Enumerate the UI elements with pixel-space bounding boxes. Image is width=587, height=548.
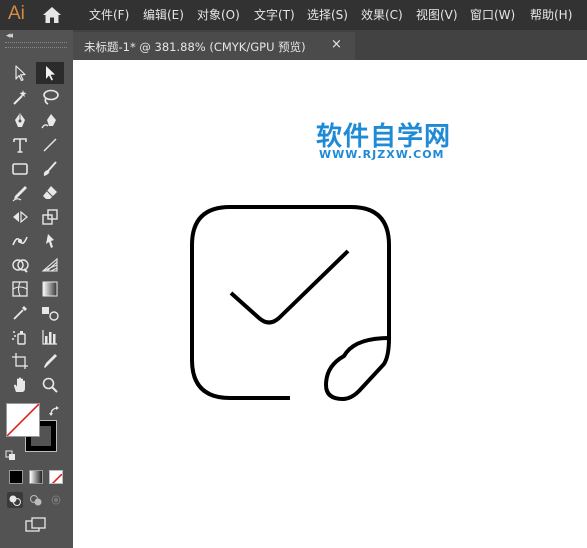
- selection-tool-icon[interactable]: [6, 62, 34, 84]
- hand-tool-icon[interactable]: [6, 374, 34, 396]
- home-icon[interactable]: [42, 6, 62, 28]
- symbol-sprayer-tool-icon[interactable]: [6, 326, 34, 348]
- paintbrush-tool-icon[interactable]: [36, 158, 64, 180]
- pen-tool-icon[interactable]: [6, 110, 34, 132]
- menu-window[interactable]: 窗口(W): [470, 6, 515, 23]
- artboard-tool-icon[interactable]: [6, 350, 34, 372]
- curvature-tool-icon[interactable]: [36, 110, 64, 132]
- menu-object[interactable]: 对象(O): [197, 6, 240, 23]
- menu-bar: Ai 文件(F) 编辑(E) 对象(O) 文字(T) 选择(S) 效果(C) 视…: [0, 0, 587, 30]
- tools-panel: ◂◂: [0, 30, 72, 548]
- draw-inside-icon[interactable]: [48, 492, 64, 508]
- slice-tool-icon[interactable]: [36, 350, 64, 372]
- menu-edit[interactable]: 编辑(E): [143, 6, 184, 23]
- document-tab[interactable]: 未标题-1* @ 381.88% (CMYK/GPU 预览) ×: [73, 32, 355, 60]
- type-tool-icon[interactable]: [6, 134, 34, 156]
- menu-file[interactable]: 文件(F): [89, 6, 129, 23]
- line-tool-icon[interactable]: [36, 134, 64, 156]
- free-transform-tool-icon[interactable]: [36, 230, 64, 252]
- rounded-square-outline: [190, 205, 391, 400]
- folded-corner-shape: [324, 336, 391, 401]
- menu-view[interactable]: 视图(V): [416, 6, 458, 23]
- screen-mode-icon[interactable]: [24, 516, 48, 538]
- document-tab-title: 未标题-1* @ 381.88% (CMYK/GPU 预览): [84, 40, 306, 54]
- width-tool-icon[interactable]: [6, 230, 34, 252]
- lasso-tool-icon[interactable]: [36, 86, 64, 108]
- artboard-canvas[interactable]: 软件自学网 WWW.RJZXW.COM: [73, 60, 587, 548]
- rotate-tool-icon[interactable]: [6, 206, 34, 228]
- close-icon[interactable]: ×: [331, 37, 342, 52]
- shape-builder-tool-icon[interactable]: [6, 254, 34, 276]
- none-mode-icon[interactable]: [49, 470, 63, 484]
- gradient-tool-icon[interactable]: [36, 278, 64, 300]
- column-graph-tool-icon[interactable]: [36, 326, 64, 348]
- scale-tool-icon[interactable]: [36, 206, 64, 228]
- zoom-tool-icon[interactable]: [36, 374, 64, 396]
- draw-behind-icon[interactable]: [28, 492, 44, 508]
- menu-select[interactable]: 选择(S): [307, 6, 348, 23]
- mesh-tool-icon[interactable]: [6, 278, 34, 300]
- collapse-panel-button[interactable]: ◂◂: [6, 31, 13, 41]
- checkbox-sticker-artwork[interactable]: [73, 60, 587, 548]
- draw-normal-icon[interactable]: [7, 492, 23, 508]
- eraser-tool-icon[interactable]: [36, 182, 64, 204]
- rectangle-tool-icon[interactable]: [6, 158, 34, 180]
- document-tab-bar: 未标题-1* @ 381.88% (CMYK/GPU 预览) ×: [73, 30, 587, 60]
- checkmark-shape: [229, 249, 350, 325]
- panel-grip[interactable]: [5, 42, 67, 48]
- shaper-tool-icon[interactable]: [6, 182, 34, 204]
- swap-fill-stroke-icon[interactable]: [48, 404, 62, 423]
- menu-type[interactable]: 文字(T): [254, 6, 295, 23]
- direct-selection-tool-icon[interactable]: [36, 62, 64, 84]
- menu-help[interactable]: 帮助(H): [530, 6, 572, 23]
- app-logo: Ai: [8, 3, 25, 24]
- color-mode-icon[interactable]: [9, 470, 23, 484]
- magic-wand-tool-icon[interactable]: [6, 86, 34, 108]
- blend-tool-icon[interactable]: [36, 302, 64, 324]
- fill-none-icon[interactable]: [6, 403, 40, 437]
- default-fill-stroke-icon[interactable]: [5, 447, 17, 466]
- eyedropper-tool-icon[interactable]: [6, 302, 34, 324]
- perspective-grid-tool-icon[interactable]: [36, 254, 64, 276]
- gradient-mode-icon[interactable]: [29, 470, 43, 484]
- menu-effect[interactable]: 效果(C): [361, 6, 403, 23]
